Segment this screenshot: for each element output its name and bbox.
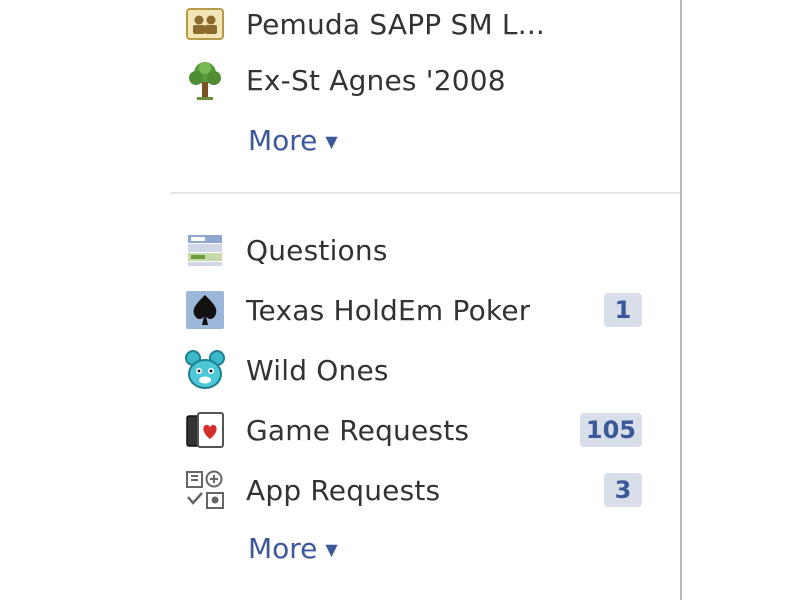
more-label: More — [248, 531, 318, 565]
notification-count-badge: 3 — [604, 473, 642, 507]
content-divider-line — [680, 0, 682, 600]
sidebar-item-label: Questions — [246, 233, 388, 267]
sidebar-item-pemuda-sapp[interactable]: Pemuda SAPP SM L... — [182, 0, 662, 48]
app-requests-icon — [182, 467, 228, 513]
group-icon — [182, 1, 228, 47]
tree-icon — [182, 57, 228, 103]
sidebar-item-label: Wild Ones — [246, 353, 389, 387]
sidebar-item-label: App Requests — [246, 473, 441, 507]
sidebar-item-questions[interactable]: Questions — [182, 226, 662, 274]
questions-icon — [182, 227, 228, 273]
sidebar-item-label: Ex-St Agnes '2008 — [246, 63, 506, 97]
sidebar-item-game-requests[interactable]: Game Requests 105 — [182, 406, 662, 454]
sidebar-item-label: Game Requests — [246, 413, 470, 447]
sidebar-item-wild-ones[interactable]: Wild Ones — [182, 346, 662, 394]
sidebar-item-label: Pemuda SAPP SM L... — [246, 7, 546, 41]
section-divider — [170, 192, 680, 194]
notification-count-badge: 1 — [604, 293, 642, 327]
poker-spade-icon — [182, 287, 228, 333]
more-label: More — [248, 123, 318, 157]
caret-down-icon: ▼ — [325, 131, 338, 151]
sidebar-item-label: Texas HoldEm Poker — [246, 293, 531, 327]
wild-ones-icon — [182, 347, 228, 393]
sidebar-item-texas-holdem-poker[interactable]: Texas HoldEm Poker 1 — [182, 286, 662, 334]
game-cards-icon — [182, 407, 228, 453]
apps-more-link[interactable]: More ▼ — [248, 528, 338, 568]
notification-count-badge: 105 — [579, 413, 642, 447]
sidebar-item-ex-st-agnes[interactable]: Ex-St Agnes '2008 — [182, 56, 662, 104]
left-sidebar: Pemuda SAPP SM L... Ex-St Agnes '2008 Mo… — [170, 0, 680, 600]
groups-more-link[interactable]: More ▼ — [248, 120, 338, 160]
sidebar-item-app-requests[interactable]: App Requests 3 — [182, 466, 662, 514]
caret-down-icon: ▼ — [325, 539, 338, 559]
